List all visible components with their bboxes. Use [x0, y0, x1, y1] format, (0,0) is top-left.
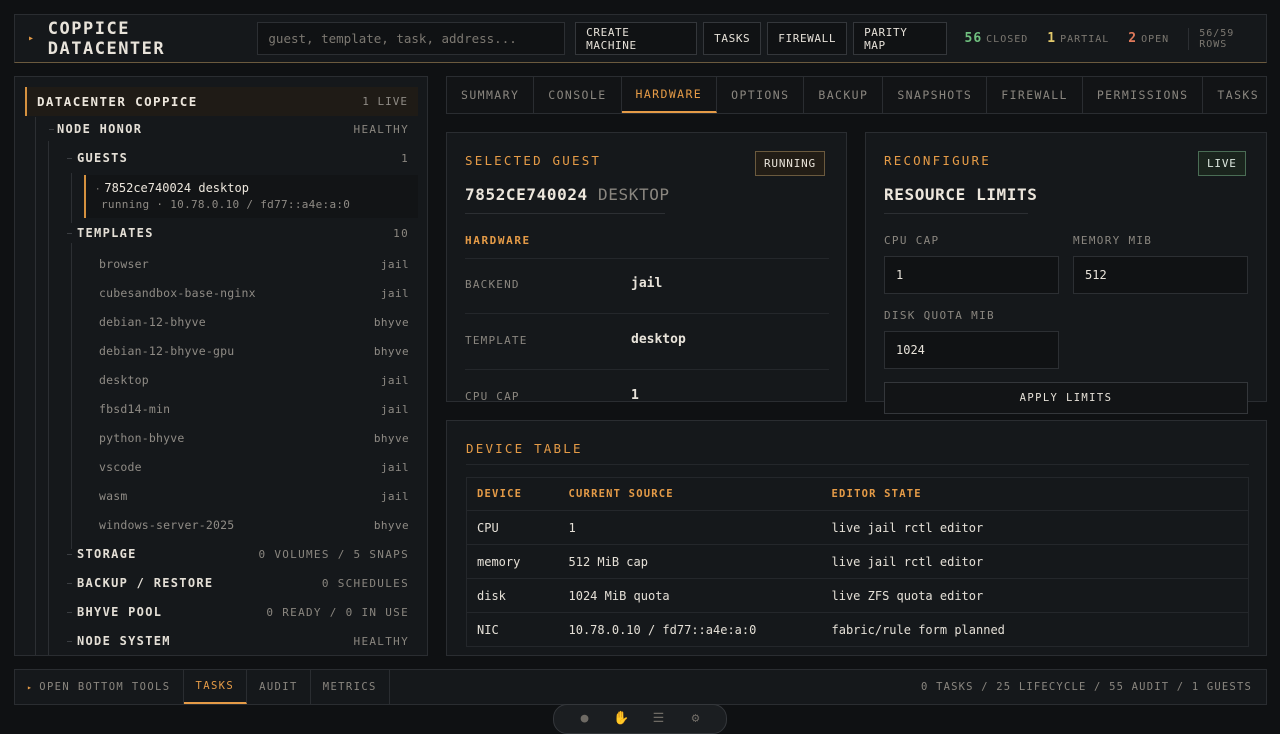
guest-tabs: SUMMARY CONSOLE HARDWARE OPTIONS BACKUP SNAPS…: [446, 76, 1267, 114]
tree-bhyve-pool[interactable]: BHYVE POOL 0 READY / 0 IN USE: [77, 600, 409, 624]
menu-icon[interactable]: ☰: [650, 712, 668, 726]
table-cell: 1024 MiB quota: [558, 578, 822, 613]
open-bottom-tools-button[interactable]: ▸ OPEN BOTTOM TOOLS: [15, 670, 184, 704]
template-item[interactable]: browser jail: [99, 252, 409, 276]
tab-firewall[interactable]: FIREWALL: [987, 77, 1083, 113]
tab-hardware[interactable]: HARDWARE: [621, 77, 718, 113]
search-input[interactable]: [257, 22, 566, 55]
menu-caret-icon[interactable]: ▸: [28, 33, 48, 44]
resource-tree: DATACENTER COPPICE 1 LIVE NODE HONOR HEA…: [14, 76, 428, 656]
template-item[interactable]: debian-12-bhyve bhyve: [99, 310, 409, 334]
apply-limits-button[interactable]: APPLY LIMITS: [884, 382, 1248, 414]
create-machine-button[interactable]: CREATE MACHINE: [575, 22, 698, 55]
reconfigure-panel: RECONFIGURE LIVE RESOURCE LIMITS CPU CAP…: [865, 132, 1267, 402]
live-badge: LIVE: [1198, 151, 1246, 176]
memory-input[interactable]: [1073, 256, 1248, 294]
tree-node-system[interactable]: NODE SYSTEM HEALTHY: [77, 629, 409, 653]
floating-dock: ● ✋ ☰ ⚙: [553, 704, 727, 734]
stat-closed: 56 CLOSED: [964, 31, 1029, 46]
template-item[interactable]: python-bhyve bhyve: [99, 426, 409, 450]
tab-console[interactable]: CONSOLE: [534, 77, 622, 113]
tab-options[interactable]: OPTIONS: [717, 77, 805, 113]
person-icon[interactable]: ●: [576, 712, 594, 726]
stat-partial: 1 PARTIAL: [1047, 31, 1110, 46]
table-row: memory 512 MiB cap live jail rctl editor: [466, 544, 1249, 579]
cpu-cap-label: CPU CAP: [884, 234, 940, 247]
field-cpu-cap: CPU CAP 1: [465, 370, 829, 401]
tree-root-datacenter[interactable]: DATACENTER COPPICE 1 LIVE: [25, 87, 418, 116]
column-current-source: CURRENT SOURCE: [558, 477, 822, 511]
tree-templates[interactable]: TEMPLATES 10: [77, 221, 409, 245]
disk-quota-label: DISK QUOTA MIB: [884, 309, 995, 322]
selected-guest-panel: SELECTED GUEST RUNNING 7852CE740024 DESK…: [446, 132, 847, 402]
table-cell: CPU: [466, 510, 559, 545]
template-item[interactable]: cubesandbox-base-nginx jail: [99, 281, 409, 305]
tab-summary[interactable]: SUMMARY: [447, 77, 535, 113]
status-badge: RUNNING: [755, 151, 825, 176]
table-cell: 512 MiB cap: [558, 544, 822, 579]
hand-icon[interactable]: ✋: [613, 712, 631, 726]
memory-label: MEMORY MIB: [1073, 234, 1153, 247]
table-cell: 1: [558, 510, 822, 545]
field-backend: BACKEND jail: [465, 258, 829, 314]
firewall-button[interactable]: FIREWALL: [767, 22, 848, 55]
tab-backup[interactable]: BACKUP: [804, 77, 884, 113]
table-cell: live jail rctl editor: [821, 544, 1249, 579]
bottom-tab-tasks[interactable]: TASKS: [183, 670, 248, 704]
table-cell: live ZFS quota editor: [821, 578, 1249, 613]
tab-snapshots[interactable]: SNAPSHOTS: [883, 77, 988, 113]
stat-open: 2 OPEN: [1128, 31, 1170, 46]
tree-guest-item[interactable]: · 7852ce740024 desktop running · 10.78.0.…: [84, 175, 418, 218]
tree-backup-restore[interactable]: BACKUP / RESTORE 0 SCHEDULES: [77, 571, 409, 595]
app-title: COPPICE DATACENTER: [47, 18, 166, 59]
bottom-stats: 0 TASKS / 25 LIFECYCLE / 55 AUDIT / 1 GU…: [921, 681, 1252, 693]
template-item[interactable]: windows-server-2025 bhyve: [99, 513, 409, 537]
bottom-toolbar: ▸ OPEN BOTTOM TOOLS TASKS AUDIT METRICS 0…: [14, 669, 1267, 705]
device-table-panel: DEVICE TABLE DEVICE CURRENT SOURCE EDITO…: [446, 420, 1267, 656]
table-row: CPU 1 live jail rctl editor: [466, 510, 1249, 545]
column-device: DEVICE: [466, 477, 559, 511]
tree-guests[interactable]: GUESTS 1: [77, 146, 409, 170]
column-editor-state: EDITOR STATE: [821, 477, 1249, 511]
table-cell: 10.78.0.10 / fd77::a4e:a:0: [558, 612, 822, 647]
table-cell: NIC: [466, 612, 559, 647]
device-table: DEVICE CURRENT SOURCE EDITOR STATE CPU 1 l…: [466, 477, 1249, 647]
table-row: disk 1024 MiB quota live ZFS quota editor: [466, 578, 1249, 613]
field-template: TEMPLATE desktop: [465, 314, 829, 370]
parity-map-button[interactable]: PARITY MAP: [853, 22, 947, 55]
disk-quota-input[interactable]: [884, 331, 1059, 369]
tab-tasks[interactable]: TASKS: [1203, 77, 1266, 113]
tasks-button[interactable]: TASKS: [703, 22, 762, 55]
table-cell: memory: [466, 544, 559, 579]
panel-title: SELECTED GUEST: [465, 153, 602, 168]
tree-storage[interactable]: STORAGE 0 VOLUMES / 5 SNAPS: [77, 542, 409, 566]
tab-permissions[interactable]: PERMISSIONS: [1083, 77, 1204, 113]
top-header: ▸ COPPICE DATACENTER CREATE MACHINE TASK…: [14, 14, 1267, 63]
bottom-tab-metrics[interactable]: METRICS: [311, 670, 390, 704]
rows-count: 56/59 ROWS: [1188, 27, 1266, 50]
template-item[interactable]: fbsd14-min jail: [99, 397, 409, 421]
caret-right-icon: ▸: [27, 682, 34, 692]
table-cell: disk: [466, 578, 559, 613]
template-item[interactable]: wasm jail: [99, 484, 409, 508]
status-stats: 56 CLOSED 1 PARTIAL 2 OPEN 56/59 ROWS: [964, 27, 1267, 50]
template-item[interactable]: desktop jail: [99, 368, 409, 392]
tree-node-honor[interactable]: NODE HONOR HEALTHY: [57, 117, 409, 141]
table-cell: live jail rctl editor: [821, 510, 1249, 545]
guest-name: 7852CE740024 DESKTOP: [465, 185, 670, 204]
panel-title: RECONFIGURE: [884, 153, 991, 168]
hardware-subheading: HARDWARE: [465, 234, 531, 247]
table-cell: fabric/rule form planned: [821, 612, 1249, 647]
resource-limits-heading: RESOURCE LIMITS: [884, 185, 1038, 204]
table-row: NIC 10.78.0.10 / fd77::a4e:a:0 fabric/rule…: [466, 612, 1249, 647]
bottom-tab-audit[interactable]: AUDIT: [247, 670, 311, 704]
template-item[interactable]: debian-12-bhyve-gpu bhyve: [99, 339, 409, 363]
panel-title: DEVICE TABLE: [466, 441, 583, 456]
cpu-cap-input[interactable]: [884, 256, 1059, 294]
gear-icon[interactable]: ⚙: [687, 712, 705, 726]
template-item[interactable]: vscode jail: [99, 455, 409, 479]
